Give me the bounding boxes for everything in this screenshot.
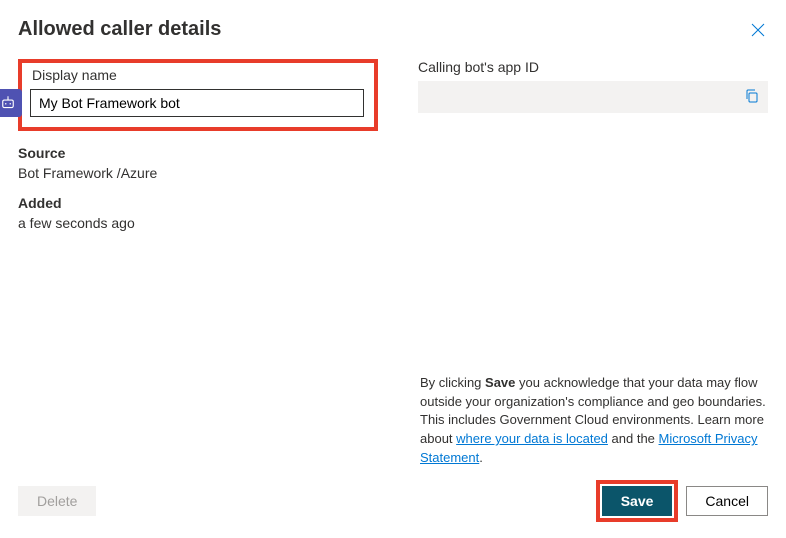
- disclaimer-bold: Save: [485, 375, 515, 390]
- copy-button[interactable]: [744, 88, 760, 107]
- display-name-label: Display name: [32, 67, 364, 83]
- save-button[interactable]: Save: [602, 486, 673, 516]
- close-button[interactable]: [748, 20, 768, 40]
- panel-header: Allowed caller details: [18, 18, 768, 41]
- delete-button[interactable]: Delete: [18, 486, 96, 516]
- footer-right: Save Cancel: [596, 480, 768, 522]
- cancel-button[interactable]: Cancel: [686, 486, 768, 516]
- data-location-link[interactable]: where your data is located: [456, 431, 608, 446]
- disclaimer-suffix: .: [479, 450, 483, 465]
- disclaimer-prefix: By clicking: [420, 375, 485, 390]
- disclaimer-mid2: and the: [608, 431, 659, 446]
- bot-icon: [0, 89, 22, 117]
- added-value: a few seconds ago: [18, 215, 378, 231]
- source-label: Source: [18, 145, 378, 161]
- disclaimer-text: By clicking Save you acknowledge that yo…: [420, 374, 768, 468]
- source-group: Source Bot Framework /Azure: [18, 145, 378, 181]
- source-value: Bot Framework /Azure: [18, 165, 378, 181]
- left-column: Display name Source Bot Framework /Azure…: [18, 59, 378, 245]
- display-name-input[interactable]: [30, 89, 364, 117]
- added-group: Added a few seconds ago: [18, 195, 378, 231]
- content-columns: Display name Source Bot Framework /Azure…: [18, 59, 768, 245]
- footer-bar: Delete Save Cancel: [18, 480, 768, 522]
- display-name-highlight: Display name: [18, 59, 378, 131]
- app-id-label: Calling bot's app ID: [418, 59, 768, 75]
- panel-title: Allowed caller details: [18, 18, 221, 41]
- display-name-row: [32, 89, 364, 117]
- app-id-field: [418, 81, 768, 113]
- save-highlight: Save: [596, 480, 679, 522]
- close-icon: [751, 23, 765, 37]
- copy-icon: [744, 88, 760, 104]
- added-label: Added: [18, 195, 378, 211]
- right-column: Calling bot's app ID: [418, 59, 768, 245]
